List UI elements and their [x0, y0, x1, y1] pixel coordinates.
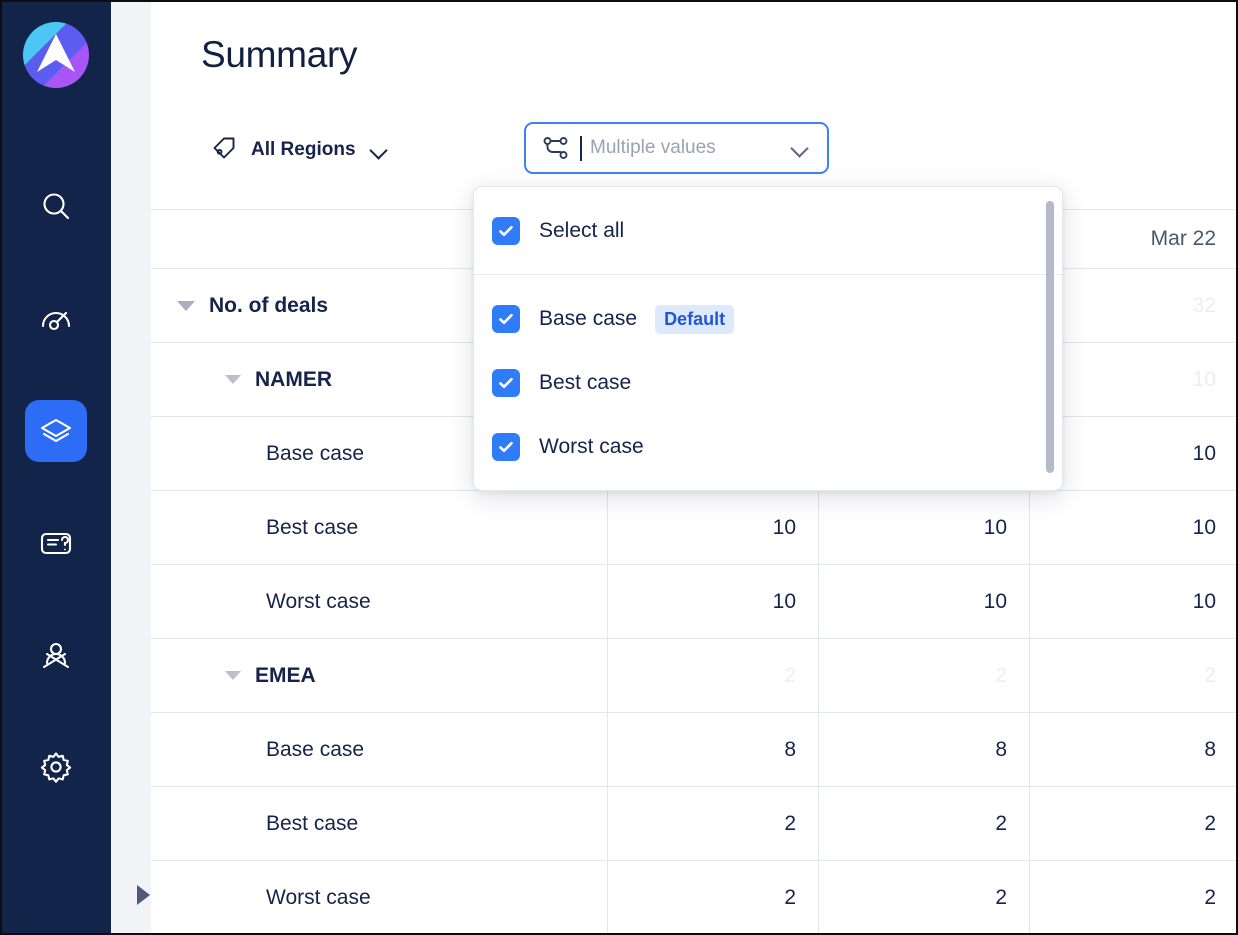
filter-bar: All Regions Multiple values	[201, 122, 829, 178]
table-row[interactable]: Best case 2 2 2	[151, 787, 1238, 861]
dropdown-scrollbar[interactable]	[1046, 201, 1054, 473]
atlas-logo[interactable]	[22, 22, 89, 88]
tag-icon	[211, 135, 237, 166]
branch-icon	[542, 134, 570, 162]
chevron-down-icon	[370, 144, 390, 157]
row-label: Base case	[266, 441, 365, 465]
default-badge: Default	[655, 304, 735, 334]
row-expander-icon[interactable]	[225, 671, 241, 680]
option-label: Worst case	[539, 435, 644, 458]
row-label: Best case	[266, 811, 359, 835]
row-value-1: 10	[818, 565, 1029, 638]
dropdown-option-base-case[interactable]: Base case Default	[474, 287, 1062, 351]
table-row[interactable]: Best case 10 10 10	[151, 491, 1238, 565]
row-expander-icon[interactable]	[177, 300, 195, 311]
row-label: Best case	[266, 515, 359, 539]
select-all-label: Select all	[539, 218, 625, 242]
layers-icon	[39, 414, 73, 448]
chevron-right-icon	[136, 885, 150, 905]
sidebar-item-dashboard[interactable]	[25, 288, 87, 350]
option-checkbox[interactable]	[492, 433, 520, 461]
dropdown-options-list: Base case Default Best case Worst case	[474, 275, 1062, 479]
row-label: Worst case	[266, 589, 371, 613]
row-value-2: 10	[1029, 565, 1238, 638]
gear-icon	[39, 750, 73, 784]
dropdown-option-worst-case[interactable]: Worst case	[474, 415, 1062, 479]
row-value-2: 2	[1029, 861, 1238, 934]
row-value-0: 2	[607, 861, 818, 934]
option-label: Best case	[539, 371, 632, 394]
sidebar	[0, 0, 111, 935]
row-value-0: 10	[607, 565, 818, 638]
table-row[interactable]: Worst case 10 10 10	[151, 565, 1238, 639]
region-filter-button[interactable]: All Regions	[201, 127, 400, 173]
people-icon	[39, 638, 73, 672]
page-title: Summary	[201, 34, 358, 75]
option-checkbox[interactable]	[492, 305, 520, 333]
row-expander-icon[interactable]	[225, 375, 241, 384]
table-row[interactable]: Base case 8 8 8	[151, 713, 1238, 787]
row-value-1: 2	[818, 861, 1029, 934]
dropdown-option-best-case[interactable]: Best case	[474, 351, 1062, 415]
row-label: Worst case	[266, 885, 371, 909]
scenario-dropdown-menu: Select all Base case Default Best case W…	[473, 186, 1063, 491]
app-window: Summary All Regions Multiple values Mar …	[0, 0, 1238, 935]
row-value-1: 8	[818, 713, 1029, 786]
sidebar-item-help[interactable]	[25, 512, 87, 574]
select-all-checkbox[interactable]	[492, 216, 520, 245]
row-value-1: 2	[818, 787, 1029, 860]
option-checkbox[interactable]	[492, 369, 520, 397]
gauge-icon	[39, 302, 73, 336]
sidebar-item-models[interactable]	[24, 400, 87, 462]
option-label: Base case	[539, 307, 638, 330]
table-row[interactable]: EMEA 2 2 2	[151, 639, 1238, 713]
row-value-2: 2	[1029, 639, 1238, 712]
sidebar-item-settings[interactable]	[25, 736, 87, 798]
region-filter-label: All Regions	[251, 139, 356, 160]
search-icon	[39, 190, 73, 224]
row-value-0: 2	[607, 787, 818, 860]
dropdown-select-all-row[interactable]: Select all	[474, 187, 1062, 275]
row-value-2: 8	[1029, 713, 1238, 786]
row-value-2: 10	[1029, 491, 1238, 564]
row-label: Base case	[266, 737, 365, 761]
row-value-0: 2	[607, 639, 818, 712]
text-cursor	[580, 135, 582, 161]
panel-expand-button[interactable]	[133, 884, 153, 906]
table-row[interactable]: Worst case 2 2 2	[151, 861, 1238, 935]
sidebar-item-search[interactable]	[25, 176, 87, 238]
row-label: EMEA	[255, 663, 316, 687]
sidebar-item-people[interactable]	[25, 624, 87, 686]
chevron-down-icon	[791, 142, 811, 155]
row-value-0: 10	[607, 491, 818, 564]
row-value-2: 2	[1029, 787, 1238, 860]
row-label: NAMER	[255, 367, 332, 391]
row-value-0: 8	[607, 713, 818, 786]
row-value-1: 10	[818, 491, 1029, 564]
scenario-filter-select[interactable]: Multiple values	[524, 122, 829, 174]
row-label: No. of deals	[209, 293, 329, 317]
help-card-icon	[39, 526, 73, 560]
scenario-filter-placeholder: Multiple values	[590, 137, 716, 158]
row-value-1: 2	[818, 639, 1029, 712]
